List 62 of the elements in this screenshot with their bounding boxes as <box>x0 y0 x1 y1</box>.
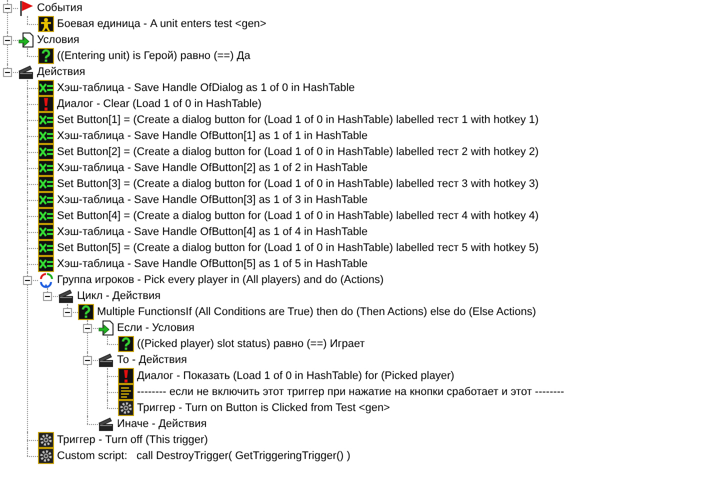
gear-icon <box>118 400 134 416</box>
tree-item[interactable]: Действия <box>37 65 86 79</box>
tree-item[interactable]: Set Button[5] = (Create a dialog button for (Load 1 of 0 in HashTable) labelled тест 5 with hotkey 5) <box>57 241 539 255</box>
x-equals-icon <box>38 256 54 272</box>
x-equals-icon <box>38 240 54 256</box>
collapse-toggle[interactable] <box>3 68 12 77</box>
tree-item[interactable]: То - Действия <box>117 353 187 367</box>
tree-item[interactable]: Set Button[1] = (Create a dialog button for (Load 1 of 0 in HashTable) labelled тест 1 with hotkey 1) <box>57 113 539 127</box>
text-lines-icon <box>118 384 134 400</box>
collapse-toggle[interactable] <box>83 324 92 333</box>
tree-item[interactable]: Хэш-таблица - Save Handle OfButton[4] as 1 of 4 in HashTable <box>57 225 368 239</box>
x-equals-icon <box>38 112 54 128</box>
question-mark-icon <box>118 336 134 352</box>
tree-item[interactable]: Если - Условия <box>117 321 194 335</box>
collapse-toggle[interactable] <box>63 308 72 317</box>
tree-item[interactable]: События <box>37 1 82 15</box>
collapse-toggle[interactable] <box>23 276 32 285</box>
tree-item[interactable]: Боевая единица - A unit enters test <gen> <box>57 17 266 31</box>
collapse-toggle[interactable] <box>3 36 12 45</box>
collapse-toggle[interactable] <box>83 356 92 365</box>
flag-icon <box>18 0 34 16</box>
tree-item[interactable]: Диалог - Clear (Load 1 of 0 in HashTable) <box>57 97 262 111</box>
document-arrow-icon <box>18 32 34 48</box>
tree-item[interactable]: Диалог - Показать (Load 1 of 0 in HashTable) for (Picked player) <box>137 369 454 383</box>
tree-item[interactable]: Set Button[2] = (Create a dialog button for (Load 1 of 0 in HashTable) labelled тест 2 with hotkey 2) <box>57 145 539 159</box>
tree-item[interactable]: Хэш-таблица - Save Handle OfButton[5] as 1 of 5 in HashTable <box>57 257 368 271</box>
tree-item[interactable]: Условия <box>37 33 80 47</box>
tree-item[interactable]: Хэш-таблица - Save Handle OfButton[2] as 1 of 2 in HashTable <box>57 161 368 175</box>
collapse-toggle[interactable] <box>3 4 12 13</box>
tree-item[interactable]: Триггер - Turn on Button is Clicked from Test <gen> <box>137 401 390 415</box>
collapse-toggle[interactable] <box>43 292 52 301</box>
x-equals-icon <box>38 80 54 96</box>
document-arrow-icon <box>98 320 114 336</box>
x-equals-icon <box>38 224 54 240</box>
tree-item[interactable]: Multiple FunctionsIf (All Conditions are True) then do (Then Actions) else do (Else Actions) <box>97 305 536 319</box>
tree-item[interactable]: Set Button[4] = (Create a dialog button for (Load 1 of 0 in HashTable) labelled тест 4 with hotkey 4) <box>57 209 539 223</box>
person-icon <box>38 16 54 32</box>
tree-item[interactable]: Цикл - Действия <box>77 289 161 303</box>
tree-item[interactable]: Хэш-таблица - Save Handle OfButton[1] as 1 of 1 in HashTable <box>57 129 368 143</box>
tree-item[interactable]: -------- если не включить этот триггер при нажатие на кнопки сработает и этот -------- <box>137 385 564 399</box>
tree-item[interactable]: ((Entering unit) is Герой) равно (==) Да <box>57 49 250 63</box>
gear-icon <box>38 448 54 464</box>
exclamation-icon <box>118 368 134 384</box>
x-equals-icon <box>38 160 54 176</box>
tree-item[interactable]: Set Button[3] = (Create a dialog button for (Load 1 of 0 in HashTable) labelled тест 3 with hotkey 3) <box>57 177 539 191</box>
tree-item[interactable]: Группа игроков - Pick every player in (All players) and do (Actions) <box>57 273 384 287</box>
circular-arrows-icon <box>38 272 54 288</box>
exclamation-icon <box>38 96 54 112</box>
tree-item[interactable]: Иначе - Действия <box>117 417 207 431</box>
tree-item[interactable]: Custom script: call DestroyTrigger( GetTriggeringTrigger() ) <box>57 449 350 463</box>
tree-item[interactable]: Триггер - Turn off (This trigger) <box>57 433 208 447</box>
tree-item[interactable]: Хэш-таблица - Save Handle OfButton[3] as 1 of 3 in HashTable <box>57 193 368 207</box>
x-equals-icon <box>38 208 54 224</box>
x-equals-icon <box>38 176 54 192</box>
x-equals-icon <box>38 192 54 208</box>
tree-item[interactable]: Хэш-таблица - Save Handle OfDialog as 1 of 0 in HashTable <box>57 81 355 95</box>
question-mark-icon <box>38 48 54 64</box>
x-equals-icon <box>38 144 54 160</box>
gear-icon <box>38 432 54 448</box>
question-mark-icon <box>78 304 94 320</box>
x-equals-icon <box>38 128 54 144</box>
tree-item[interactable]: ((Picked player) slot status) равно (==) Играет <box>137 337 365 351</box>
